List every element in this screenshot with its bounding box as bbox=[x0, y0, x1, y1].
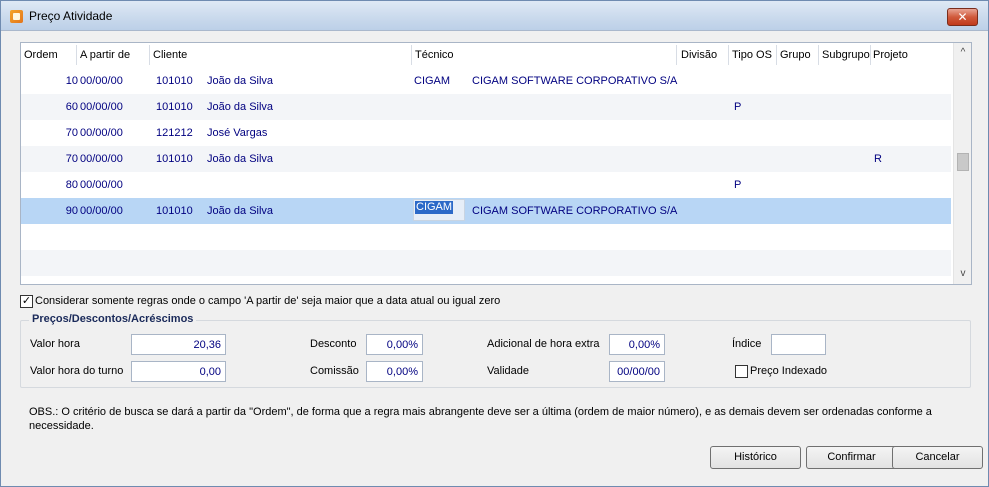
prices-group: Preços/Descontos/Acréscimos Valor hora 2… bbox=[20, 313, 971, 388]
cancelar-button-label: Cancelar bbox=[915, 451, 960, 463]
cell-ordem: 10 bbox=[65, 75, 78, 87]
cell-cliente-codigo: 101010 bbox=[156, 153, 193, 165]
tecnico-edit-cell[interactable]: CIGAM bbox=[413, 199, 465, 221]
col-separator[interactable] bbox=[870, 45, 871, 65]
col-separator[interactable] bbox=[76, 45, 77, 65]
cell-cliente-codigo: 101010 bbox=[156, 205, 193, 217]
cancelar-button[interactable]: Cancelar bbox=[892, 446, 983, 469]
col-header-cliente[interactable]: Cliente bbox=[153, 49, 187, 61]
prices-group-title: Preços/Descontos/Acréscimos bbox=[29, 313, 197, 325]
table-row[interactable]: 70 00/00/00 121212 José Vargas bbox=[21, 120, 951, 146]
cell-cliente-nome: João da Silva bbox=[207, 101, 274, 113]
app-icon bbox=[10, 10, 23, 23]
empty-row[interactable] bbox=[21, 224, 951, 250]
indice-label: Índice bbox=[732, 338, 762, 350]
validade-label: Validade bbox=[487, 365, 529, 377]
validade-field[interactable]: 00/00/00 bbox=[609, 361, 665, 382]
scroll-down-icon[interactable]: v bbox=[954, 266, 972, 282]
cell-cliente-nome: José Vargas bbox=[207, 127, 268, 139]
preco-indexado-label[interactable]: Preço Indexado bbox=[750, 365, 827, 377]
valor-hora-field[interactable]: 20,36 bbox=[131, 334, 226, 355]
col-separator[interactable] bbox=[411, 45, 412, 65]
grid-vertical-scrollbar[interactable]: ^ v bbox=[953, 43, 971, 284]
cell-cliente-nome: João da Silva bbox=[207, 205, 274, 217]
close-button[interactable]: ✕ bbox=[947, 8, 978, 26]
consider-rule-checkbox[interactable]: ✓ bbox=[20, 294, 33, 308]
historico-button[interactable]: Histórico bbox=[710, 446, 801, 469]
valor-hora-label: Valor hora bbox=[30, 338, 80, 350]
col-separator[interactable] bbox=[149, 45, 150, 65]
cell-cliente-codigo: 101010 bbox=[156, 75, 193, 87]
comissao-label: Comissão bbox=[310, 365, 359, 377]
grid-header: Ordem A partir de Cliente Técnico Divisã… bbox=[21, 43, 951, 67]
valor-hora-turno-label: Valor hora do turno bbox=[30, 365, 124, 377]
indice-field[interactable] bbox=[771, 334, 826, 355]
col-separator[interactable] bbox=[776, 45, 777, 65]
cell-cliente-codigo: 121212 bbox=[156, 127, 193, 139]
cell-tecnico-nome: CIGAM SOFTWARE CORPORATIVO S/A bbox=[472, 75, 678, 87]
scroll-up-icon[interactable]: ^ bbox=[954, 45, 972, 61]
col-separator[interactable] bbox=[676, 45, 677, 65]
desconto-field[interactable]: 0,00% bbox=[366, 334, 423, 355]
adicional-hora-extra-field[interactable]: 0,00% bbox=[609, 334, 665, 355]
valor-hora-turno-field[interactable]: 0,00 bbox=[131, 361, 226, 382]
cell-ordem: 90 bbox=[65, 205, 78, 217]
rules-grid[interactable]: Ordem A partir de Cliente Técnico Divisã… bbox=[20, 42, 972, 285]
cell-a-partir-de: 00/00/00 bbox=[80, 101, 123, 113]
col-header-divisao[interactable]: Divisão bbox=[681, 49, 717, 61]
cell-a-partir-de: 00/00/00 bbox=[80, 127, 123, 139]
cell-tecnico-codigo: CIGAM bbox=[414, 75, 451, 87]
cell-a-partir-de: 00/00/00 bbox=[80, 75, 123, 87]
cell-ordem: 70 bbox=[65, 127, 78, 139]
cell-cliente-codigo: 101010 bbox=[156, 101, 193, 113]
col-header-tecnico[interactable]: Técnico bbox=[415, 49, 454, 61]
cell-a-partir-de: 00/00/00 bbox=[80, 205, 123, 217]
grid-body: 10 00/00/00 101010 João da Silva CIGAM C… bbox=[21, 68, 951, 284]
cell-cliente-nome: João da Silva bbox=[207, 153, 274, 165]
col-header-subgrupo[interactable]: Subgrupo bbox=[822, 49, 870, 61]
table-row[interactable]: 10 00/00/00 101010 João da Silva CIGAM C… bbox=[21, 68, 951, 94]
col-header-ordem[interactable]: Ordem bbox=[24, 49, 58, 61]
cell-a-partir-de: 00/00/00 bbox=[80, 153, 123, 165]
cell-ordem: 60 bbox=[65, 101, 78, 113]
window-title: Preço Atividade bbox=[29, 9, 113, 23]
cell-cliente-nome: João da Silva bbox=[207, 75, 274, 87]
col-header-projeto[interactable]: Projeto bbox=[873, 49, 908, 61]
confirmar-button-label: Confirmar bbox=[827, 451, 876, 463]
table-row[interactable]: 80 00/00/00 P bbox=[21, 172, 951, 198]
historico-button-label: Histórico bbox=[734, 451, 777, 463]
scroll-thumb[interactable] bbox=[957, 153, 969, 171]
col-header-tipo-os[interactable]: Tipo OS bbox=[732, 49, 772, 61]
adicional-hora-extra-label: Adicional de hora extra bbox=[487, 338, 600, 350]
cell-tipo-os: P bbox=[734, 179, 742, 191]
cell-ordem: 80 bbox=[65, 179, 78, 191]
observation-text: OBS.: O critério de busca se dará a part… bbox=[29, 406, 932, 432]
tecnico-edit-selected-text: CIGAM bbox=[415, 201, 454, 214]
cell-projeto: R bbox=[874, 153, 882, 165]
title-bar[interactable]: Preço Atividade ✕ bbox=[1, 1, 988, 31]
col-header-grupo[interactable]: Grupo bbox=[780, 49, 811, 61]
cell-ordem: 70 bbox=[65, 153, 78, 165]
col-separator[interactable] bbox=[728, 45, 729, 65]
preco-atividade-window: Preço Atividade ✕ Ordem A partir de Clie… bbox=[0, 0, 989, 487]
confirmar-button[interactable]: Confirmar bbox=[806, 446, 897, 469]
consider-rule-label[interactable]: Considerar somente regras onde o campo '… bbox=[35, 295, 500, 307]
col-separator[interactable] bbox=[818, 45, 819, 65]
consider-rule-option[interactable]: ✓ Considerar somente regras onde o campo… bbox=[20, 294, 500, 308]
desconto-label: Desconto bbox=[310, 338, 357, 350]
empty-row[interactable] bbox=[21, 250, 951, 276]
cell-a-partir-de: 00/00/00 bbox=[80, 179, 123, 191]
cell-tecnico-nome: CIGAM SOFTWARE CORPORATIVO S/A bbox=[472, 205, 678, 217]
table-row[interactable]: 60 00/00/00 101010 João da Silva P bbox=[21, 94, 951, 120]
table-row[interactable]: 70 00/00/00 101010 João da Silva R bbox=[21, 146, 951, 172]
cell-tipo-os: P bbox=[734, 101, 742, 113]
col-header-a-partir-de[interactable]: A partir de bbox=[80, 49, 130, 61]
preco-indexado-checkbox[interactable] bbox=[735, 365, 748, 378]
dialog-client: Ordem A partir de Cliente Técnico Divisã… bbox=[9, 32, 983, 482]
table-row-selected[interactable]: 90 00/00/00 101010 João da Silva CIGAM C… bbox=[21, 198, 951, 224]
comissao-field[interactable]: 0,00% bbox=[366, 361, 423, 382]
